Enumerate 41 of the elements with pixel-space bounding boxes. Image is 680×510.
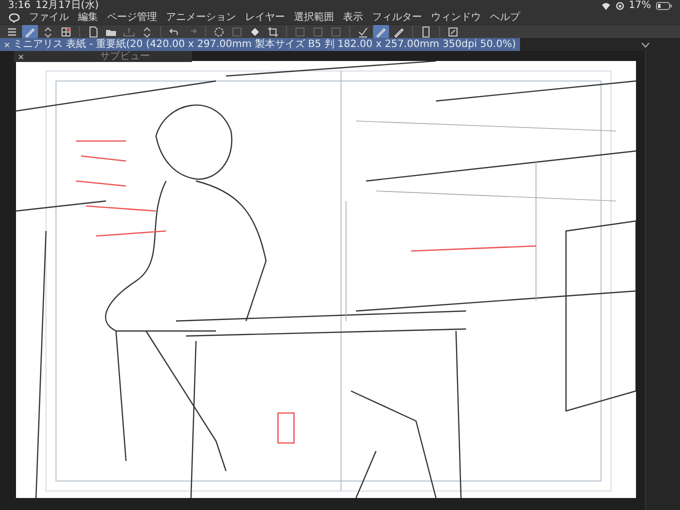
close-icon[interactable] [18,54,24,60]
page-icon [420,26,432,38]
crop-icon [267,26,279,38]
pen-tool-button[interactable] [391,25,407,38]
menu-item[interactable]: 選択範囲 [294,12,334,24]
circle-icon [213,26,225,38]
menu-item[interactable]: ページ管理 [107,12,157,24]
square-icon [231,26,243,38]
battery-percent: 17% [628,0,651,12]
menu-item[interactable]: ヘルプ [490,12,520,24]
up-down-arrows-icon [141,26,153,38]
menu-item[interactable]: ウィンドウ [431,12,481,24]
new-file-icon [87,26,99,38]
up-down-arrows-icon [42,26,54,38]
lock-rotation-icon [616,2,624,10]
pen-icon [375,26,387,38]
tray-icon [123,26,135,38]
menu-item[interactable]: ファイル [29,12,69,24]
menu-item[interactable]: 編集 [78,12,98,24]
pen-icon [393,26,405,38]
clock-time: 3:16 [8,0,30,12]
wifi-icon [600,2,611,10]
close-icon[interactable] [4,42,10,48]
menu-item[interactable]: アニメーション [166,12,236,24]
panel-title: サブビュー [100,51,150,62]
menu-item[interactable]: 表示 [343,12,363,24]
square-icon [294,26,306,38]
square-icon [312,26,324,38]
menu-item[interactable]: レイヤー [245,12,285,24]
v-stroke-icon [357,26,369,38]
battery-icon [656,2,672,10]
resize-icon [447,26,459,38]
pen-icon [24,26,36,38]
chevron-down-icon[interactable] [641,42,650,48]
date-text: 12月17日(水) [35,0,99,12]
menu-item[interactable]: フィルター [372,12,422,24]
undo-icon [168,26,180,38]
square-icon [330,26,342,38]
app-logo-icon[interactable] [8,13,20,23]
grid-icon [60,26,72,38]
menu-icon [6,26,18,38]
